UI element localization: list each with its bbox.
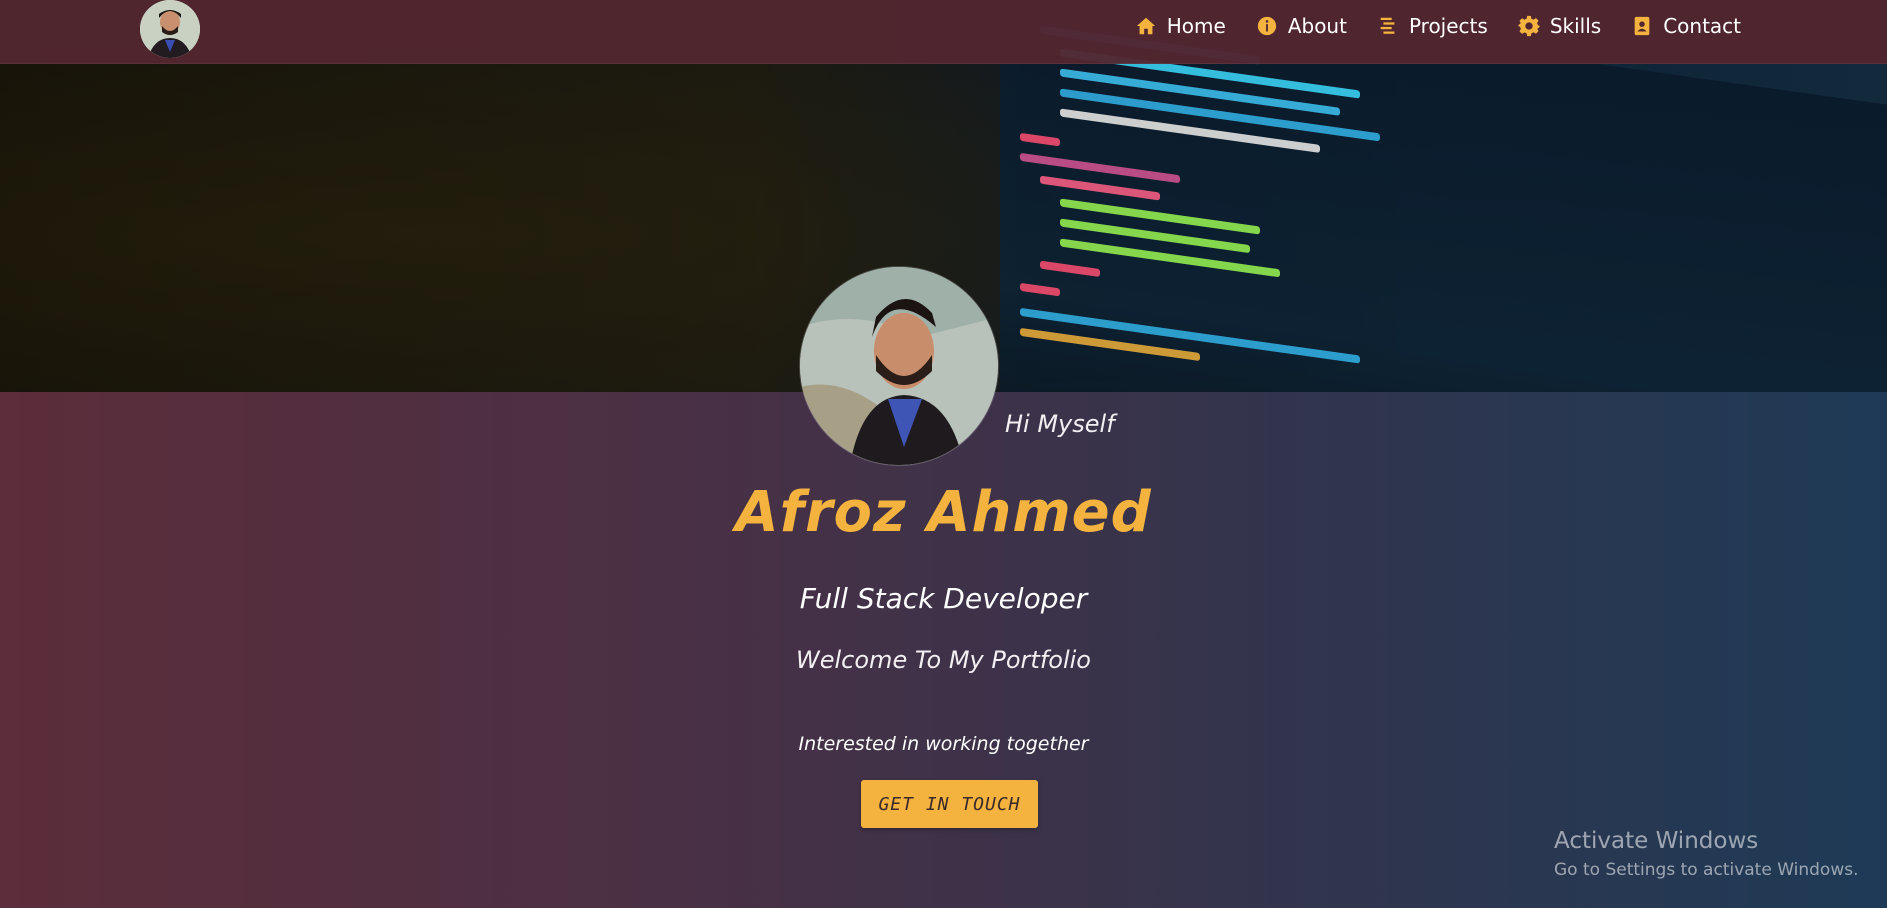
nav-links: Home About Projects Skills Contact: [1135, 14, 1741, 38]
nav-about-label: About: [1287, 14, 1347, 38]
nav-projects-link[interactable]: Projects: [1377, 14, 1488, 38]
contact-book-icon: [1634, 16, 1650, 36]
nav-skills-label: Skills: [1549, 14, 1602, 38]
profile-photo-icon: [800, 267, 998, 465]
hero-role: Full Stack Developer: [799, 582, 1088, 615]
code-line: [1040, 260, 1100, 278]
code-line: [1020, 132, 1060, 147]
gear-icon: [1517, 15, 1540, 37]
list-icon: [1380, 17, 1395, 34]
hero-name: Afroz Ahmed: [735, 480, 1152, 545]
navbar-avatar[interactable]: [140, 0, 200, 58]
welcome-text: Welcome To My Portfolio: [796, 646, 1091, 674]
avatar-photo-icon: [140, 0, 200, 58]
nav-contact-label: Contact: [1663, 14, 1741, 38]
code-line: [1040, 175, 1160, 201]
get-in-touch-button[interactable]: GET IN TOUCH: [861, 780, 1038, 828]
collaboration-prompt: Interested in working together: [798, 733, 1089, 755]
info-icon: [1257, 16, 1276, 36]
nav-skills-link[interactable]: Skills: [1517, 14, 1602, 38]
nav-contact-link[interactable]: Contact: [1631, 14, 1741, 38]
profile-photo: [800, 267, 998, 465]
watermark-subtitle: Go to Settings to activate Windows.: [1554, 860, 1859, 880]
nav-home-label: Home: [1166, 14, 1226, 38]
nav-home-link[interactable]: Home: [1135, 14, 1226, 38]
code-line: [1060, 108, 1320, 153]
greeting-text: Hi Myself: [1005, 410, 1115, 438]
nav-about-link[interactable]: About: [1256, 14, 1347, 38]
top-navbar: Home About Projects Skills Contact: [0, 0, 1887, 64]
code-line: [1020, 282, 1060, 297]
nav-projects-label: Projects: [1408, 14, 1488, 38]
home-icon: [1136, 17, 1155, 35]
windows-activation-watermark: Activate Windows Go to Settings to activ…: [1554, 828, 1859, 880]
watermark-title: Activate Windows: [1554, 828, 1759, 854]
